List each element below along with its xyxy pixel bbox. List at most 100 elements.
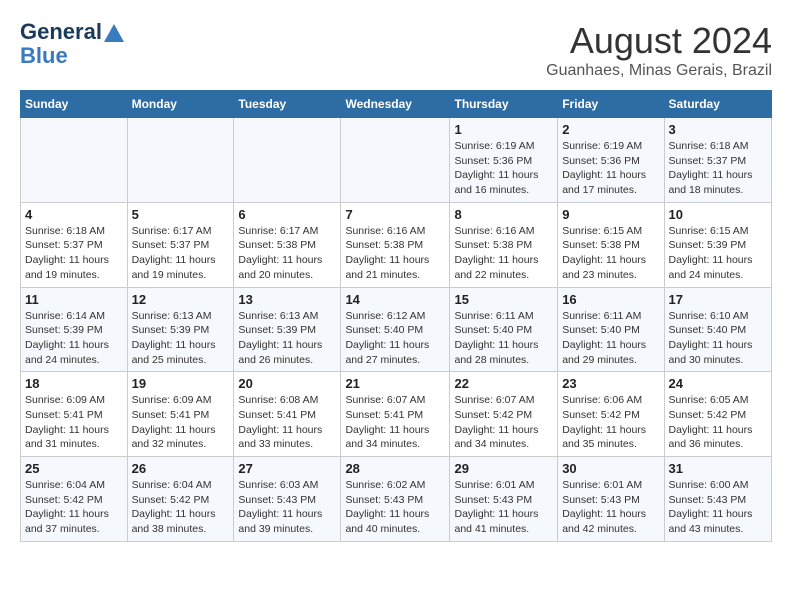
calendar-cell: 21Sunrise: 6:07 AM Sunset: 5:41 PM Dayli… (341, 372, 450, 457)
calendar-cell: 30 Sunrise: 6:01 AM Sunset: 5:43 PM Dayli… (558, 457, 664, 542)
day-info: Sunrise: 6:09 AM Sunset: 5:41 PM Dayligh… (25, 393, 123, 452)
day-of-week-header: Thursday (450, 91, 558, 118)
calendar-cell: 5 Sunrise: 6:17 AM Sunset: 5:37 PM Daylig… (127, 202, 234, 287)
day-info: Sunrise: 6:08 AM Sunset: 5:41 PM Dayligh… (238, 393, 336, 452)
day-info: Sunrise: 6:19 AM Sunset: 5:36 PM Dayligh… (454, 139, 553, 198)
calendar-cell (21, 118, 128, 203)
day-info: Sunrise: 6:00 AM Sunset: 5:43 PM Dayligh… (669, 478, 767, 537)
day-number: 30 (562, 461, 659, 476)
day-info: Sunrise: 6:01 AM Sunset: 5:43 PM Dayligh… (562, 478, 659, 537)
day-number: 19 (132, 376, 230, 391)
calendar-week-row: 25 Sunrise: 6:04 AM Sunset: 5:42 PM Dayli… (21, 457, 772, 542)
day-number: 15 (454, 292, 553, 307)
day-number: 8 (454, 207, 553, 222)
calendar-cell: 31 Sunrise: 6:00 AM Sunset: 5:43 PM Dayli… (664, 457, 771, 542)
day-number: 29 (454, 461, 553, 476)
day-info: Sunrise: 6:04 AM Sunset: 5:42 PM Dayligh… (25, 478, 123, 537)
day-info: Sunrise: 6:18 AM Sunset: 5:37 PM Dayligh… (25, 224, 123, 283)
calendar-week-row: 18 Sunrise: 6:09 AM Sunset: 5:41 PM Dayli… (21, 372, 772, 457)
logo-arrow-icon (104, 24, 124, 42)
day-number: 5 (132, 207, 230, 222)
day-info: Sunrise: 6:05 AM Sunset: 5:42 PM Dayligh… (669, 393, 767, 452)
calendar-table: SundayMondayTuesdayWednesdayThursdayFrid… (20, 90, 772, 542)
day-number: 17 (669, 292, 767, 307)
day-info: Sunrise: 6:16 AM Sunset: 5:38 PM Dayligh… (454, 224, 553, 283)
day-info: Sunrise: 6:17 AM Sunset: 5:37 PM Dayligh… (132, 224, 230, 283)
calendar-week-row: 4 Sunrise: 6:18 AM Sunset: 5:37 PM Daylig… (21, 202, 772, 287)
day-of-week-header: Wednesday (341, 91, 450, 118)
day-info: Sunrise: 6:09 AM Sunset: 5:41 PM Dayligh… (132, 393, 230, 452)
logo-blue: Blue (20, 43, 68, 68)
calendar-cell: 8 Sunrise: 6:16 AM Sunset: 5:38 PM Daylig… (450, 202, 558, 287)
calendar-cell: 25 Sunrise: 6:04 AM Sunset: 5:42 PM Dayli… (21, 457, 128, 542)
day-info: Sunrise: 6:17 AM Sunset: 5:38 PM Dayligh… (238, 224, 336, 283)
calendar-cell: 9Sunrise: 6:15 AM Sunset: 5:38 PM Daylig… (558, 202, 664, 287)
calendar-cell: 28 Sunrise: 6:02 AM Sunset: 5:43 PM Dayli… (341, 457, 450, 542)
day-info: Sunrise: 6:10 AM Sunset: 5:40 PM Dayligh… (669, 309, 767, 368)
calendar-cell (234, 118, 341, 203)
calendar-cell: 4 Sunrise: 6:18 AM Sunset: 5:37 PM Daylig… (21, 202, 128, 287)
calendar-cell: 10 Sunrise: 6:15 AM Sunset: 5:39 PM Dayli… (664, 202, 771, 287)
day-info: Sunrise: 6:14 AM Sunset: 5:39 PM Dayligh… (25, 309, 123, 368)
calendar-cell: 24 Sunrise: 6:05 AM Sunset: 5:42 PM Dayli… (664, 372, 771, 457)
day-info: Sunrise: 6:11 AM Sunset: 5:40 PM Dayligh… (454, 309, 553, 368)
calendar-cell (341, 118, 450, 203)
day-number: 16 (562, 292, 659, 307)
day-info: Sunrise: 6:01 AM Sunset: 5:43 PM Dayligh… (454, 478, 553, 537)
calendar-cell: 19 Sunrise: 6:09 AM Sunset: 5:41 PM Dayli… (127, 372, 234, 457)
day-info: Sunrise: 6:11 AM Sunset: 5:40 PM Dayligh… (562, 309, 659, 368)
day-of-week-header: Friday (558, 91, 664, 118)
day-number: 4 (25, 207, 123, 222)
month-year-title: August 2024 (546, 20, 772, 62)
day-number: 7 (345, 207, 445, 222)
day-number: 18 (25, 376, 123, 391)
day-number: 14 (345, 292, 445, 307)
calendar-cell: 17 Sunrise: 6:10 AM Sunset: 5:40 PM Dayli… (664, 287, 771, 372)
calendar-cell: 6 Sunrise: 6:17 AM Sunset: 5:38 PM Daylig… (234, 202, 341, 287)
day-number: 31 (669, 461, 767, 476)
calendar-cell: 20Sunrise: 6:08 AM Sunset: 5:41 PM Dayli… (234, 372, 341, 457)
day-info: Sunrise: 6:13 AM Sunset: 5:39 PM Dayligh… (132, 309, 230, 368)
day-of-week-header: Sunday (21, 91, 128, 118)
day-number: 9 (562, 207, 659, 222)
day-number: 11 (25, 292, 123, 307)
day-of-week-header: Tuesday (234, 91, 341, 118)
day-info: Sunrise: 6:18 AM Sunset: 5:37 PM Dayligh… (669, 139, 767, 198)
day-number: 25 (25, 461, 123, 476)
logo-general: General (20, 20, 102, 44)
logo: General Blue (20, 20, 124, 68)
day-number: 12 (132, 292, 230, 307)
day-number: 21 (345, 376, 445, 391)
day-info: Sunrise: 6:12 AM Sunset: 5:40 PM Dayligh… (345, 309, 445, 368)
calendar-cell: 12 Sunrise: 6:13 AM Sunset: 5:39 PM Dayli… (127, 287, 234, 372)
day-info: Sunrise: 6:06 AM Sunset: 5:42 PM Dayligh… (562, 393, 659, 452)
calendar-week-row: 1Sunrise: 6:19 AM Sunset: 5:36 PM Daylig… (21, 118, 772, 203)
day-info: Sunrise: 6:15 AM Sunset: 5:39 PM Dayligh… (669, 224, 767, 283)
day-number: 10 (669, 207, 767, 222)
day-number: 2 (562, 122, 659, 137)
calendar-header-row: SundayMondayTuesdayWednesdayThursdayFrid… (21, 91, 772, 118)
day-number: 27 (238, 461, 336, 476)
location-subtitle: Guanhaes, Minas Gerais, Brazil (546, 62, 772, 80)
calendar-cell (127, 118, 234, 203)
day-number: 28 (345, 461, 445, 476)
calendar-cell: 18 Sunrise: 6:09 AM Sunset: 5:41 PM Dayli… (21, 372, 128, 457)
calendar-week-row: 11 Sunrise: 6:14 AM Sunset: 5:39 PM Dayli… (21, 287, 772, 372)
day-number: 6 (238, 207, 336, 222)
calendar-cell: 2Sunrise: 6:19 AM Sunset: 5:36 PM Daylig… (558, 118, 664, 203)
day-number: 3 (669, 122, 767, 137)
day-number: 24 (669, 376, 767, 391)
calendar-cell: 7Sunrise: 6:16 AM Sunset: 5:38 PM Daylig… (341, 202, 450, 287)
calendar-cell: 15 Sunrise: 6:11 AM Sunset: 5:40 PM Dayli… (450, 287, 558, 372)
calendar-cell: 29 Sunrise: 6:01 AM Sunset: 5:43 PM Dayli… (450, 457, 558, 542)
calendar-cell: 14 Sunrise: 6:12 AM Sunset: 5:40 PM Dayli… (341, 287, 450, 372)
calendar-cell: 23Sunrise: 6:06 AM Sunset: 5:42 PM Dayli… (558, 372, 664, 457)
day-info: Sunrise: 6:03 AM Sunset: 5:43 PM Dayligh… (238, 478, 336, 537)
day-of-week-header: Saturday (664, 91, 771, 118)
page-header: General Blue August 2024 Guanhaes, Minas… (20, 20, 772, 80)
day-of-week-header: Monday (127, 91, 234, 118)
day-info: Sunrise: 6:04 AM Sunset: 5:42 PM Dayligh… (132, 478, 230, 537)
day-number: 26 (132, 461, 230, 476)
day-number: 22 (454, 376, 553, 391)
day-info: Sunrise: 6:02 AM Sunset: 5:43 PM Dayligh… (345, 478, 445, 537)
